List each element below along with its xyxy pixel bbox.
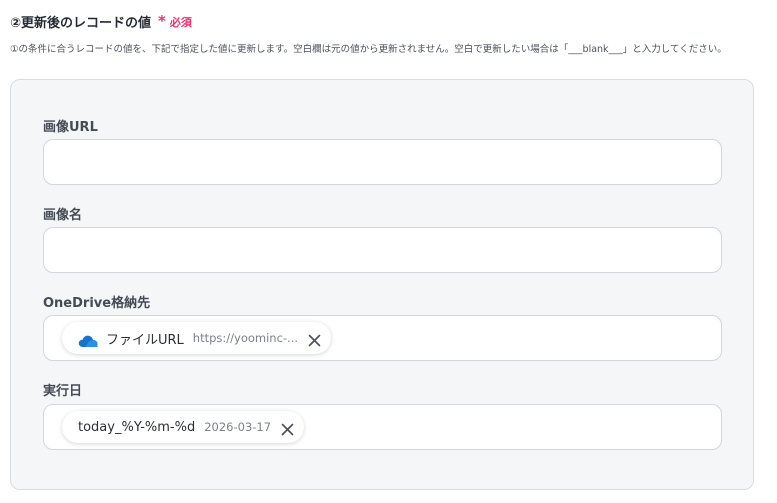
file-url-chip[interactable]: ファイルURL https://yoominc-... bbox=[62, 322, 332, 354]
date-format-chip[interactable]: today_%Y-%m-%d 2026-03-17 bbox=[62, 411, 305, 443]
fields-panel: 画像URL 画像名 OneDrive格納先 ファイルURL https://yo… bbox=[10, 79, 754, 490]
image-name-input[interactable] bbox=[43, 227, 722, 273]
image-url-input[interactable] bbox=[43, 139, 722, 185]
chip-value: 2026-03-17 bbox=[204, 420, 272, 434]
onedrive-cloud-icon bbox=[78, 332, 98, 347]
field-label-image-url: 画像URL bbox=[43, 120, 98, 135]
required-asterisk: * bbox=[158, 12, 166, 30]
required-label: 必須 bbox=[169, 15, 192, 29]
field-label-onedrive-folder: OneDrive格納先 bbox=[43, 296, 151, 311]
execution-date-input[interactable]: today_%Y-%m-%d 2026-03-17 bbox=[43, 404, 722, 450]
onedrive-folder-input[interactable]: ファイルURL https://yoominc-... bbox=[43, 315, 722, 361]
chip-label: today_%Y-%m-%d bbox=[78, 419, 196, 435]
chip-label: ファイルURL bbox=[106, 332, 184, 348]
close-icon[interactable] bbox=[308, 332, 321, 346]
chip-value: https://yoominc-... bbox=[192, 331, 299, 345]
section-title: ②更新後のレコードの値 bbox=[10, 16, 152, 31]
close-icon[interactable] bbox=[281, 421, 294, 435]
field-label-image-name: 画像名 bbox=[43, 208, 83, 223]
section-description: ①の条件に合うレコードの値を、下記で指定した値に更新します。空白欄は元の値から更… bbox=[10, 44, 727, 55]
field-label-execution-date: 実行日 bbox=[43, 384, 83, 399]
section-header: ②更新後のレコードの値 * 必須 bbox=[10, 12, 192, 32]
